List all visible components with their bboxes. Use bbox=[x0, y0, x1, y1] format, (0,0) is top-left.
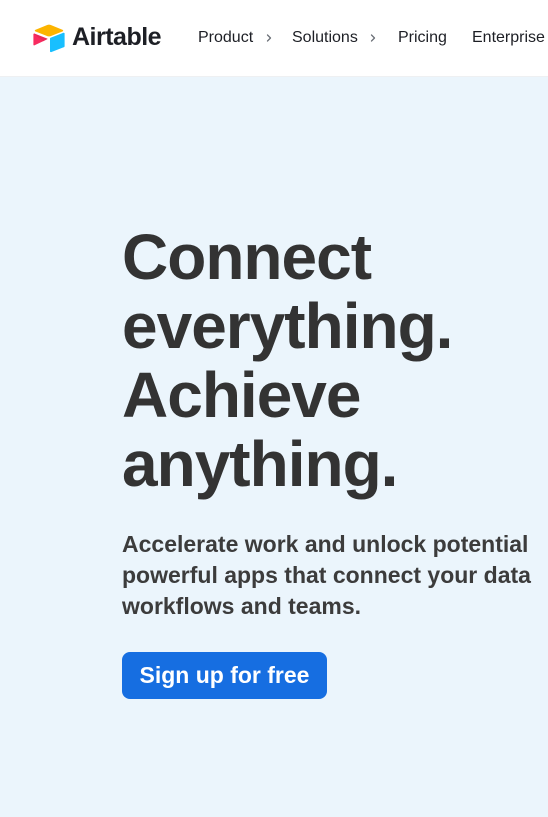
subheading-line: powerful apps that connect your data bbox=[122, 562, 531, 588]
hero-subheading: Accelerate work and unlock potential pow… bbox=[122, 529, 548, 622]
nav-pricing[interactable]: Pricing bbox=[398, 27, 447, 49]
nav-solutions-label: Solutions bbox=[292, 29, 358, 46]
chevron-right-icon bbox=[266, 34, 271, 42]
nav-enterprise-label: Enterprise bbox=[472, 29, 545, 46]
headline-line: anything. bbox=[122, 428, 398, 500]
logo-wordmark: Airtable bbox=[72, 23, 162, 51]
headline-line: everything. bbox=[122, 290, 453, 362]
subheading-line: workflows and teams. bbox=[122, 593, 362, 619]
nav-product-label: Product bbox=[198, 29, 254, 46]
sign-up-button[interactable]: Sign up for free bbox=[122, 652, 327, 699]
headline-line: Achieve bbox=[122, 359, 361, 431]
chevron-right-icon bbox=[371, 34, 376, 42]
top-navigation-bar: Airtable Product Solutions Pricing Enter… bbox=[0, 0, 548, 77]
nav-solutions[interactable]: Solutions bbox=[292, 27, 378, 49]
headline-line: Connect bbox=[122, 221, 372, 293]
airtable-logo-icon bbox=[33, 24, 65, 53]
nav-enterprise[interactable]: Enterprise bbox=[472, 27, 545, 49]
nav-pricing-label: Pricing bbox=[398, 29, 447, 46]
hero-headline: Connect everything. Achieve anything. bbox=[122, 223, 548, 499]
nav-product[interactable]: Product bbox=[198, 27, 274, 49]
hero-section: Connect everything. Achieve anything. Ac… bbox=[0, 77, 548, 817]
subheading-line: Accelerate work and unlock potential bbox=[122, 531, 529, 557]
